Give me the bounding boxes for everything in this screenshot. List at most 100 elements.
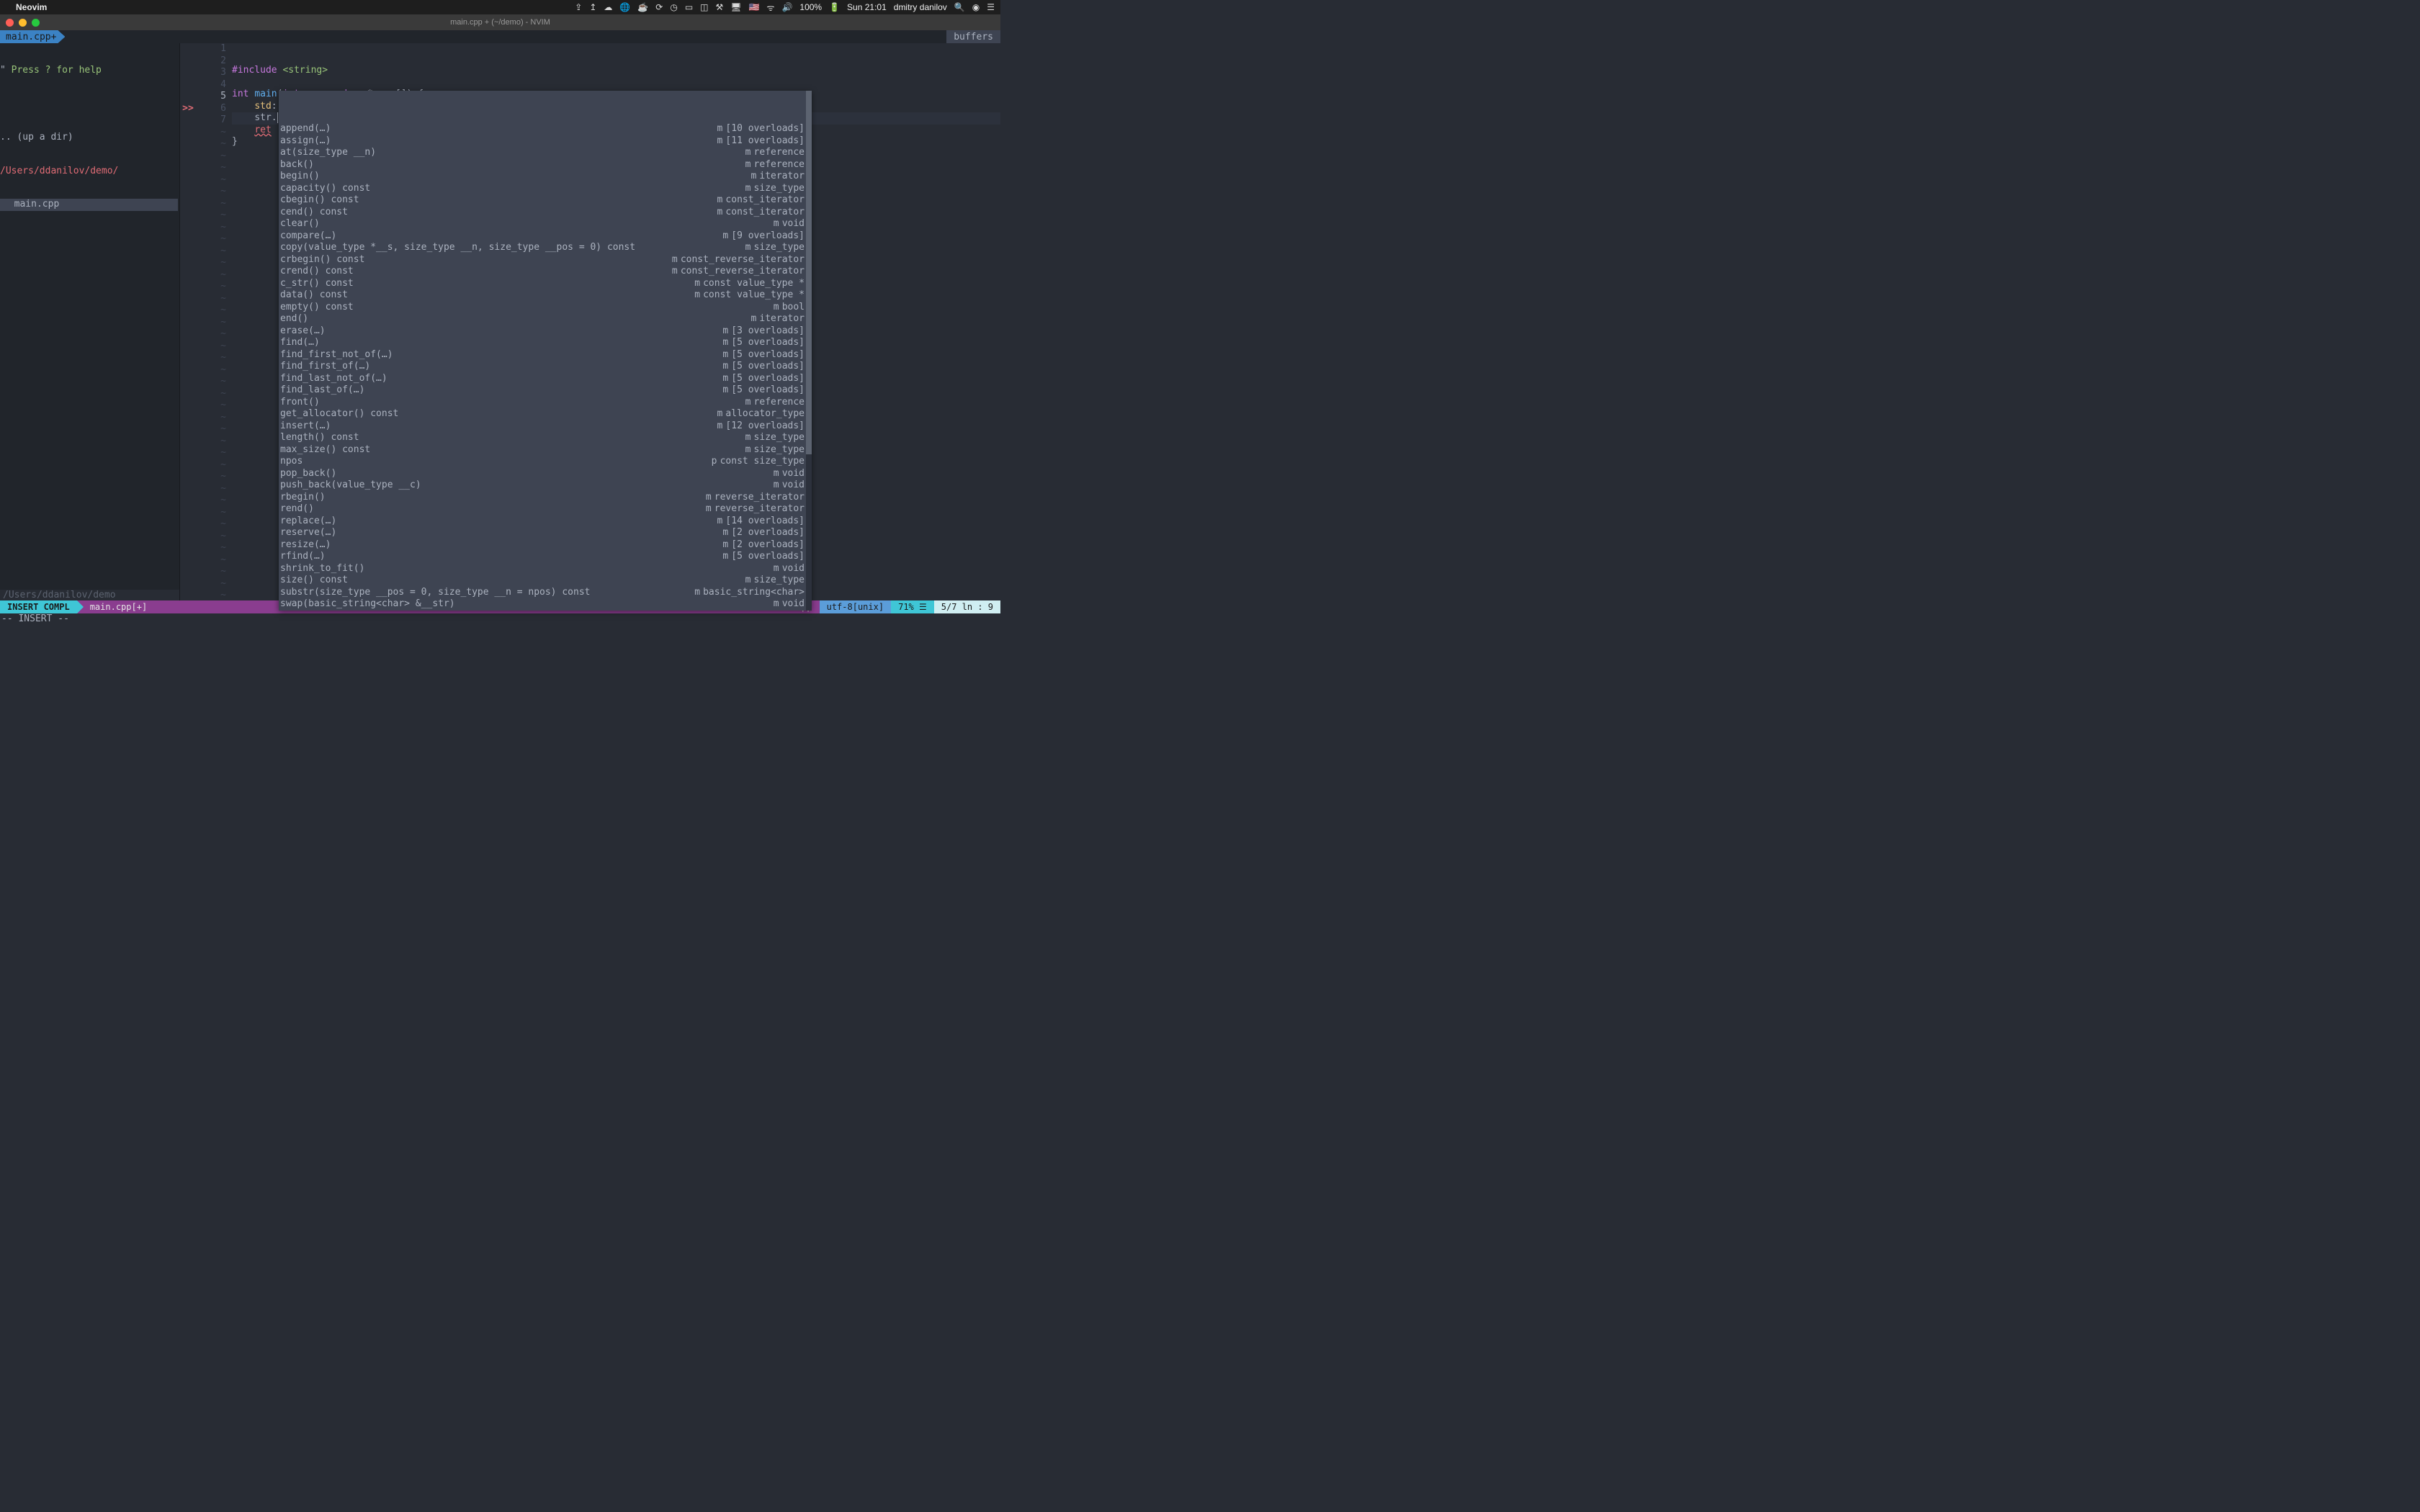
completion-detail: size_type [754, 183, 812, 195]
completion-item[interactable]: find_first_not_of(…)m[5 overloads] [279, 349, 812, 361]
completion-detail: [11 overloads] [725, 135, 812, 148]
tab-main-cpp[interactable]: main.cpp+ [0, 30, 65, 43]
completion-item[interactable]: data() constmconst value_type * [279, 289, 812, 302]
completion-item[interactable]: front()mreference [279, 397, 812, 409]
completion-item[interactable]: insert(…)m[12 overloads] [279, 420, 812, 433]
control-center-icon[interactable]: ☰ [987, 2, 995, 12]
completion-kind: m [669, 266, 681, 278]
battery-icon[interactable]: 🔋 [829, 2, 840, 12]
completion-item[interactable]: length() constmsize_type [279, 432, 812, 444]
displays-icon[interactable]: 🖥 [730, 2, 741, 12]
completion-label: append(…) [279, 123, 714, 135]
menubar-icon[interactable]: ⇪ [575, 2, 582, 12]
scrollbar-thumb[interactable] [806, 91, 812, 454]
completion-item[interactable]: back()mreference [279, 159, 812, 171]
completion-label: substr(size_type __pos = 0, size_type __… [279, 587, 691, 599]
completion-item[interactable]: end()miterator [279, 313, 812, 325]
completion-item[interactable]: find_first_of(…)m[5 overloads] [279, 361, 812, 373]
completion-item[interactable]: rend()mreverse_iterator [279, 503, 812, 516]
flag-us-icon[interactable]: 🇺🇸 [749, 2, 760, 12]
volume-icon[interactable]: 🔊 [781, 2, 792, 12]
menubar-clock[interactable]: Sun 21:01 [847, 2, 887, 12]
code-editor[interactable]: >> 1234567~~~~~~~~~~~~~~~~~~~~~~~~~~~~~~… [180, 43, 1000, 600]
completion-item[interactable]: find(…)m[5 overloads] [279, 337, 812, 349]
completion-item[interactable]: push_back(value_type __c)mvoid [279, 480, 812, 492]
completion-popup[interactable]: append(…)m[10 overloads]assign(…)m[11 ov… [279, 91, 812, 611]
completion-item[interactable]: substr(size_type __pos = 0, size_type __… [279, 587, 812, 599]
screen-icon[interactable]: ▭ [685, 2, 693, 12]
completion-item[interactable]: erase(…)m[3 overloads] [279, 325, 812, 338]
completion-detail: [5 overloads] [731, 373, 812, 385]
completion-detail: reference [754, 397, 812, 409]
completion-item[interactable]: get_allocator() constmallocator_type [279, 408, 812, 420]
shapes-icon[interactable]: ◫ [700, 2, 708, 12]
completion-item[interactable]: copy(value_type *__s, size_type __n, siz… [279, 242, 812, 254]
completion-detail: size_type [754, 444, 812, 456]
completion-item[interactable]: crend() constmconst_reverse_iterator [279, 266, 812, 278]
minimize-icon[interactable] [19, 19, 27, 27]
completion-kind: m [743, 444, 754, 456]
buffers-label[interactable]: buffers [946, 30, 1000, 43]
completion-item[interactable]: cbegin() constmconst_iterator [279, 194, 812, 207]
completion-item[interactable]: swap(basic_string<char> &__str)mvoid [279, 598, 812, 611]
completion-item[interactable]: empty() constmbool [279, 302, 812, 314]
completion-item[interactable]: begin()miterator [279, 171, 812, 183]
search-icon[interactable]: 🔍 [954, 2, 965, 12]
completion-item[interactable]: at(size_type __n)mreference [279, 147, 812, 159]
sidebar-updir[interactable]: .. (up a dir) [0, 132, 179, 144]
completion-item[interactable]: c_str() constmconst value_type * [279, 278, 812, 290]
completion-detail: allocator_type [725, 408, 812, 420]
menubar-user[interactable]: dmitry danilov [894, 2, 947, 12]
code-line[interactable] [232, 77, 1000, 89]
coffee-icon[interactable]: ☕ [637, 2, 648, 12]
sidebar-path[interactable]: /Users/ddanilov/demo/ [0, 166, 179, 178]
completion-item[interactable]: append(…)m[10 overloads] [279, 123, 812, 135]
completion-item[interactable]: clear()mvoid [279, 218, 812, 230]
completion-item[interactable]: pop_back()mvoid [279, 468, 812, 480]
file-explorer[interactable]: " Press ? for help .. (up a dir) /Users/… [0, 43, 180, 600]
completion-detail: size_type [754, 242, 812, 254]
siri-icon[interactable]: ◉ [972, 2, 980, 12]
scrollbar[interactable] [806, 91, 812, 611]
completion-item[interactable]: cend() constmconst_iterator [279, 207, 812, 219]
code-line[interactable]: #include <string> [232, 65, 1000, 77]
completion-item[interactable]: reserve(…)m[2 overloads] [279, 527, 812, 539]
completion-item[interactable]: compare(…)m[9 overloads] [279, 230, 812, 243]
cloud-icon[interactable]: ☁ [604, 2, 612, 12]
completion-item[interactable]: shrink_to_fit()mvoid [279, 563, 812, 575]
completion-item[interactable]: rbegin()mreverse_iterator [279, 492, 812, 504]
completion-item[interactable]: max_size() constmsize_type [279, 444, 812, 456]
globe-icon[interactable]: 🌐 [619, 2, 630, 12]
sidebar-file-main-cpp[interactable]: main.cpp [0, 199, 178, 211]
window-titlebar: main.cpp + (~/demo) - NVIM [0, 14, 1000, 30]
completion-item[interactable]: crbegin() constmconst_reverse_iterator [279, 254, 812, 266]
wifi-icon[interactable]: ᯤ [766, 1, 774, 14]
tool-icon[interactable]: ⚒ [716, 2, 724, 12]
completion-item[interactable]: replace(…)m[14 overloads] [279, 516, 812, 528]
menubar-icon[interactable]: ↥ [589, 2, 596, 12]
completion-label: crend() const [279, 266, 669, 278]
completion-item[interactable]: capacity() constmsize_type [279, 183, 812, 195]
menubar-app-name[interactable]: Neovim [16, 2, 47, 12]
macos-menubar: Neovim ⇪ ↥ ☁ 🌐 ☕ ⟳ ◷ ▭ ◫ ⚒ 🖥 🇺🇸 ᯤ 🔊 100%… [0, 0, 1000, 14]
battery-percent[interactable]: 100% [799, 2, 822, 12]
clock-icon[interactable]: ◷ [670, 2, 677, 12]
completion-detail: size_type [754, 575, 812, 587]
completion-detail: [5 overloads] [731, 384, 812, 397]
completion-kind: m [720, 539, 731, 552]
completion-item[interactable]: find_last_not_of(…)m[5 overloads] [279, 373, 812, 385]
completion-item[interactable]: size() constmsize_type [279, 575, 812, 587]
tilde-marker: ~ [196, 447, 226, 459]
completion-item[interactable]: resize(…)m[2 overloads] [279, 539, 812, 552]
completion-item[interactable]: rfind(…)m[5 overloads] [279, 551, 812, 563]
completion-item[interactable]: npospconst size_type [279, 456, 812, 468]
completion-item[interactable]: assign(…)m[11 overloads] [279, 135, 812, 148]
completion-detail: reverse_iterator [714, 492, 812, 504]
completion-item[interactable]: find_last_of(…)m[5 overloads] [279, 384, 812, 397]
tilde-marker: ~ [196, 483, 226, 495]
maximize-icon[interactable] [32, 19, 40, 27]
completion-kind: m [771, 468, 782, 480]
refresh-icon[interactable]: ⟳ [655, 2, 663, 12]
close-icon[interactable] [6, 19, 14, 27]
status-filename: main.cpp[+] [77, 600, 154, 613]
